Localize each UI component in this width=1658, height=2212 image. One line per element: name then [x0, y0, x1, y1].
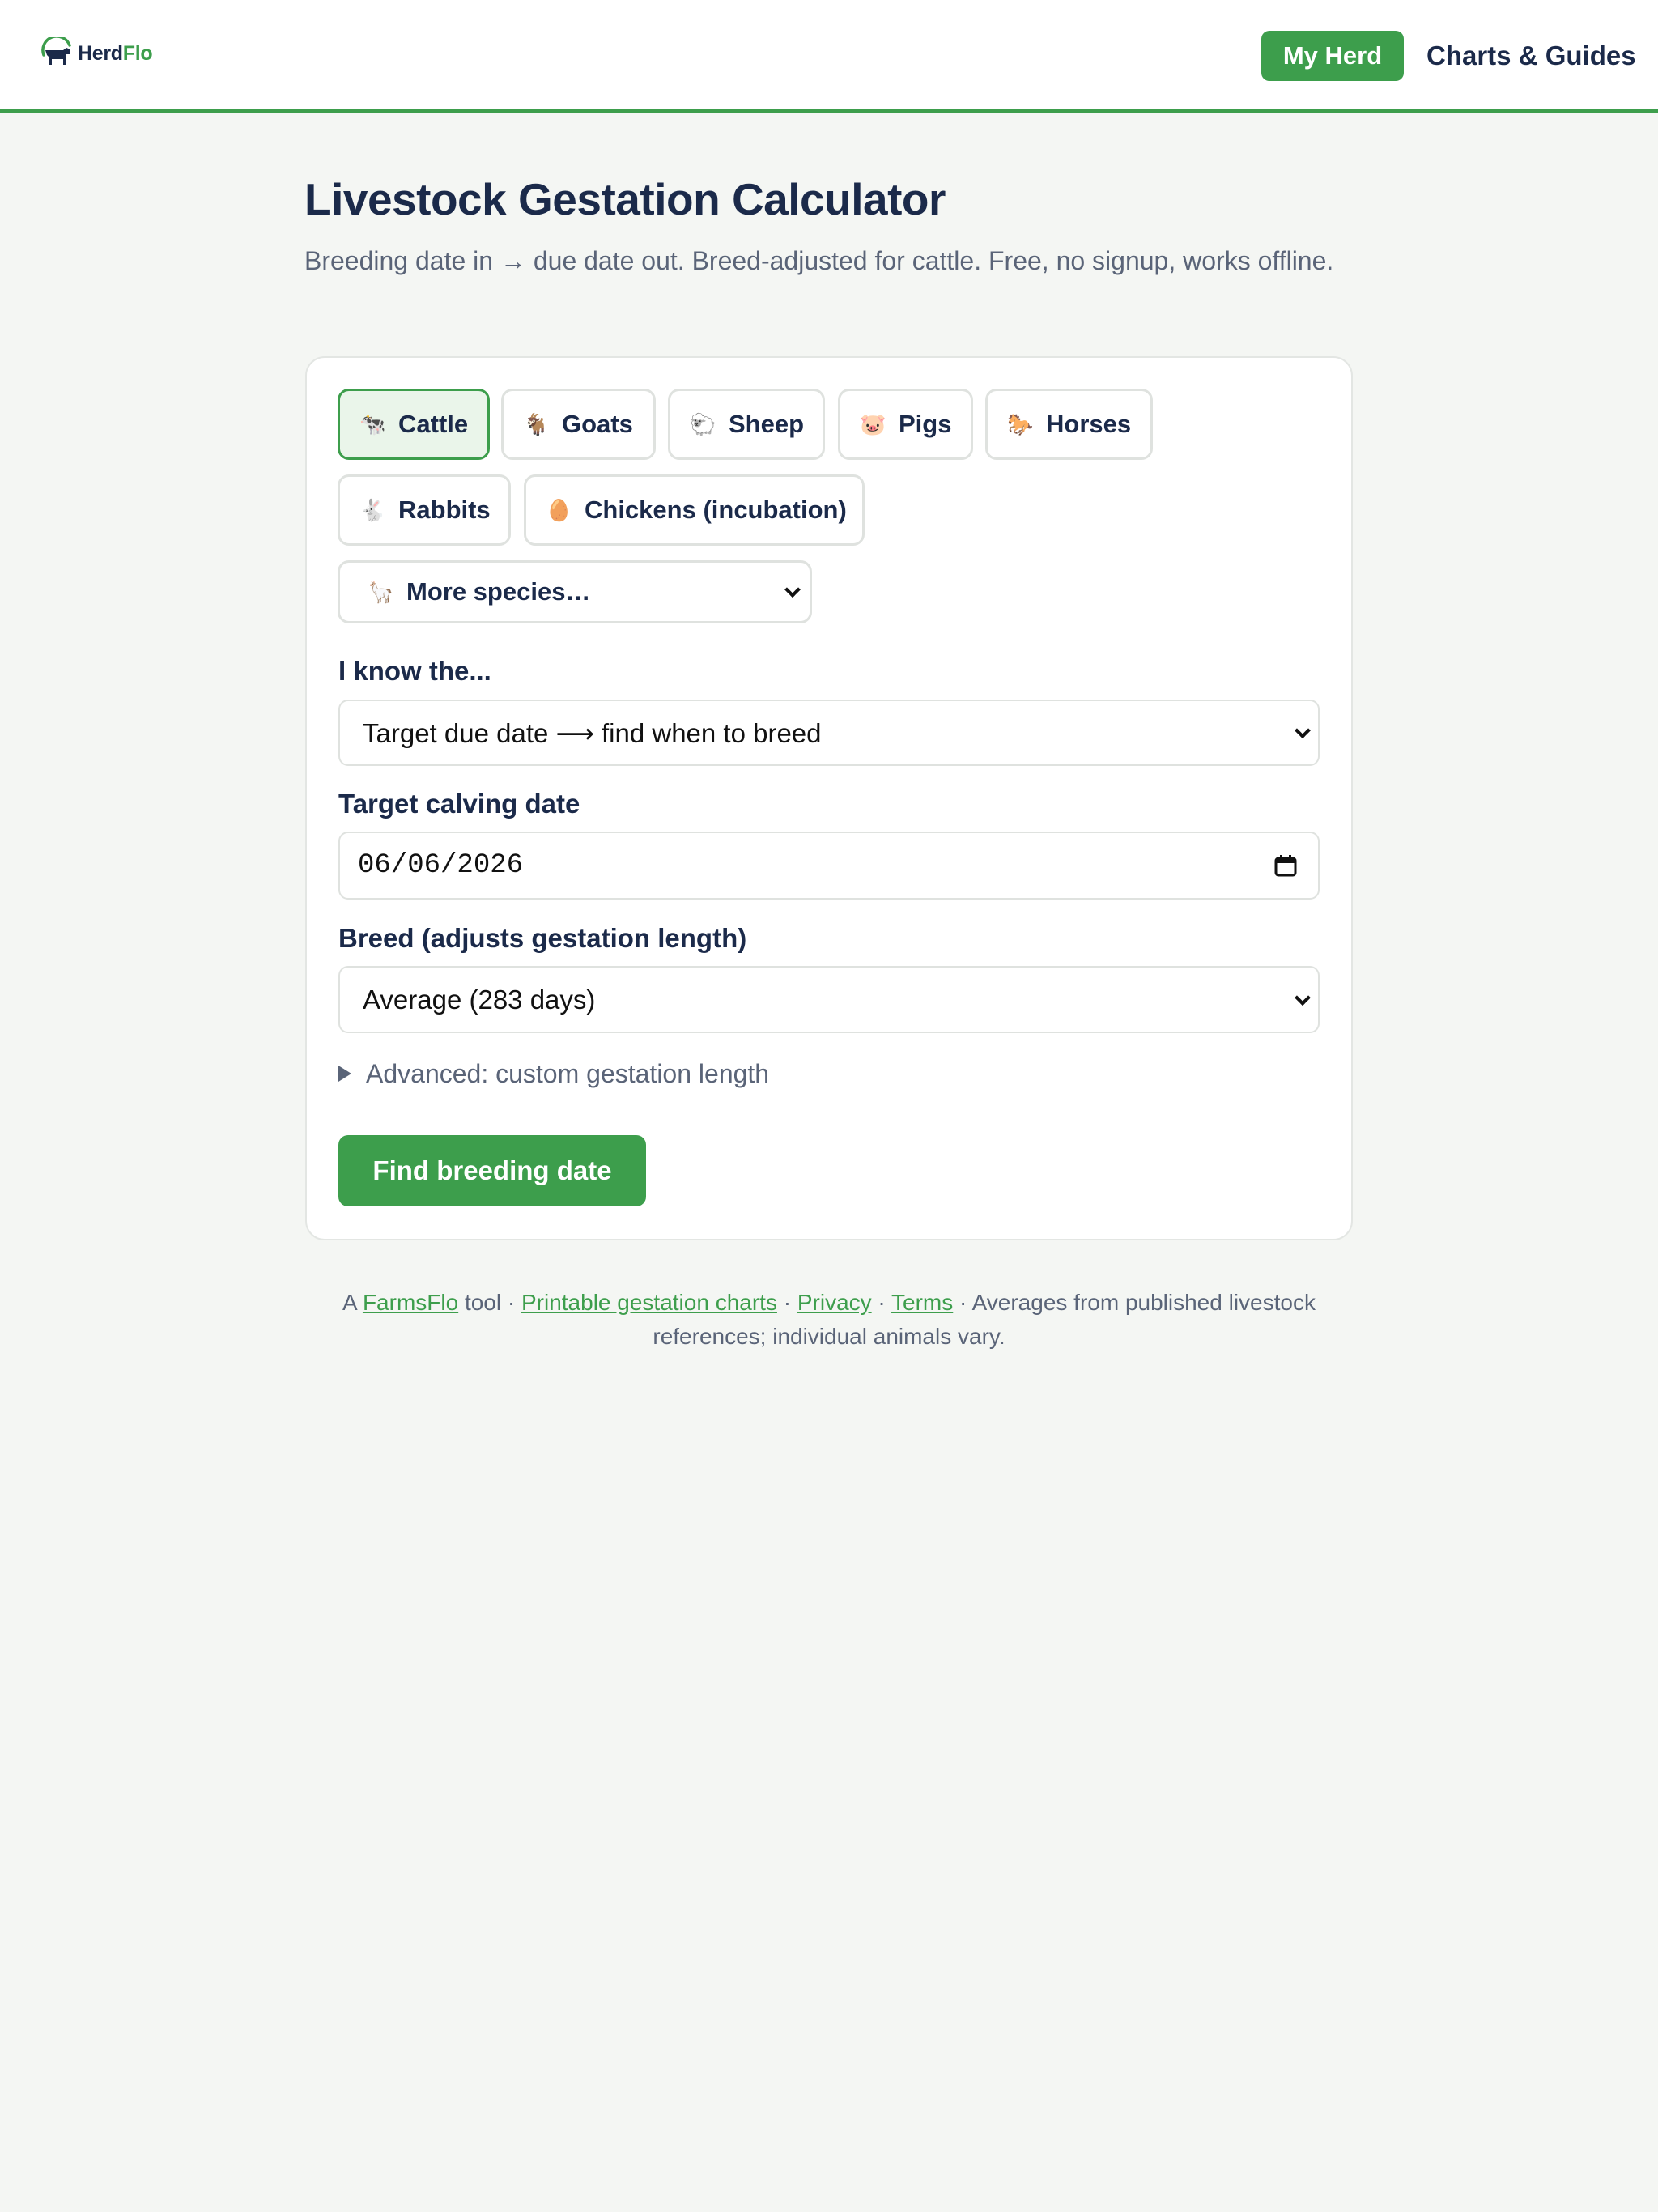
- advanced-label: Advanced: custom gestation length: [366, 1058, 770, 1088]
- advanced-toggle[interactable]: Advanced: custom gestation length: [338, 1057, 769, 1090]
- my-herd-button[interactable]: My Herd: [1261, 31, 1404, 81]
- cow-icon: 🐄: [359, 411, 386, 436]
- page-subtitle: Breeding date in → due date out. Breed-a…: [304, 246, 1334, 275]
- species-chip-sheep[interactable]: 🐑 Sheep: [668, 389, 825, 460]
- species-chip-chickens[interactable]: 🥚 Chickens (incubation): [524, 474, 865, 546]
- date-label: Target calving date: [338, 789, 580, 819]
- llama-icon: 🦙: [368, 579, 394, 604]
- goat-icon: 🐐: [523, 411, 550, 436]
- terms-link[interactable]: Terms: [891, 1290, 953, 1315]
- disclosure-triangle-icon: [338, 1066, 351, 1082]
- chevron-down-icon: [784, 581, 801, 598]
- more-species-select[interactable]: 🦙 More species…: [338, 560, 812, 623]
- top-navigation-bar: HerdFlo My Herd Charts & Guides: [0, 0, 1658, 113]
- chip-label: Chickens (incubation): [585, 496, 847, 524]
- chip-label: Cattle: [398, 410, 469, 438]
- chevron-down-icon: [1295, 722, 1311, 739]
- gestation-charts-link[interactable]: Printable gestation charts: [521, 1290, 777, 1315]
- farmsflo-link[interactable]: FarmsFlo: [363, 1290, 458, 1315]
- species-chip-goats[interactable]: 🐐 Goats: [501, 389, 656, 460]
- herdflo-logo[interactable]: HerdFlo: [39, 37, 153, 70]
- horse-icon: 🐎: [1007, 411, 1034, 436]
- more-species-label: More species…: [406, 577, 591, 606]
- chip-label: Pigs: [899, 410, 952, 438]
- species-chip-rabbits[interactable]: 🐇 Rabbits: [338, 474, 511, 546]
- species-chip-horses[interactable]: 🐎 Horses: [985, 389, 1153, 460]
- chip-label: Goats: [562, 410, 633, 438]
- egg-icon: 🥚: [546, 497, 572, 522]
- calendar-icon[interactable]: [1274, 854, 1297, 877]
- charts-guides-link[interactable]: Charts & Guides: [1426, 37, 1636, 74]
- calving-date-input[interactable]: 06/06/2026: [338, 832, 1320, 900]
- cow-logo-icon: [41, 37, 71, 65]
- breed-select[interactable]: Average (283 days): [338, 966, 1320, 1033]
- breed-select-value: Average (283 days): [363, 984, 596, 1015]
- chip-label: Horses: [1046, 410, 1132, 438]
- footer: A FarmsFlo tool · Printable gestation ch…: [342, 1290, 1316, 1349]
- rabbit-icon: 🐇: [359, 497, 386, 522]
- chip-label: Rabbits: [398, 496, 491, 524]
- pig-icon: 🐷: [860, 411, 886, 436]
- chip-label: Sheep: [729, 410, 805, 438]
- species-chip-pigs[interactable]: 🐷 Pigs: [838, 389, 973, 460]
- logo-text: HerdFlo: [78, 41, 153, 65]
- mode-select[interactable]: Target due date ⟶ find when to breed: [338, 700, 1320, 766]
- chevron-down-icon: [1295, 989, 1311, 1006]
- mode-label: I know the...: [338, 656, 491, 686]
- page-title: Livestock Gestation Calculator: [304, 174, 946, 224]
- sheep-icon: 🐑: [690, 411, 716, 436]
- privacy-link[interactable]: Privacy: [797, 1290, 872, 1315]
- species-chip-cattle[interactable]: 🐄 Cattle: [338, 389, 490, 460]
- mode-select-value: Target due date ⟶ find when to breed: [363, 717, 822, 748]
- breed-label: Breed (adjusts gestation length): [338, 923, 747, 953]
- date-value: 06/06/2026: [358, 850, 524, 881]
- find-breeding-date-button[interactable]: Find breeding date: [338, 1135, 646, 1206]
